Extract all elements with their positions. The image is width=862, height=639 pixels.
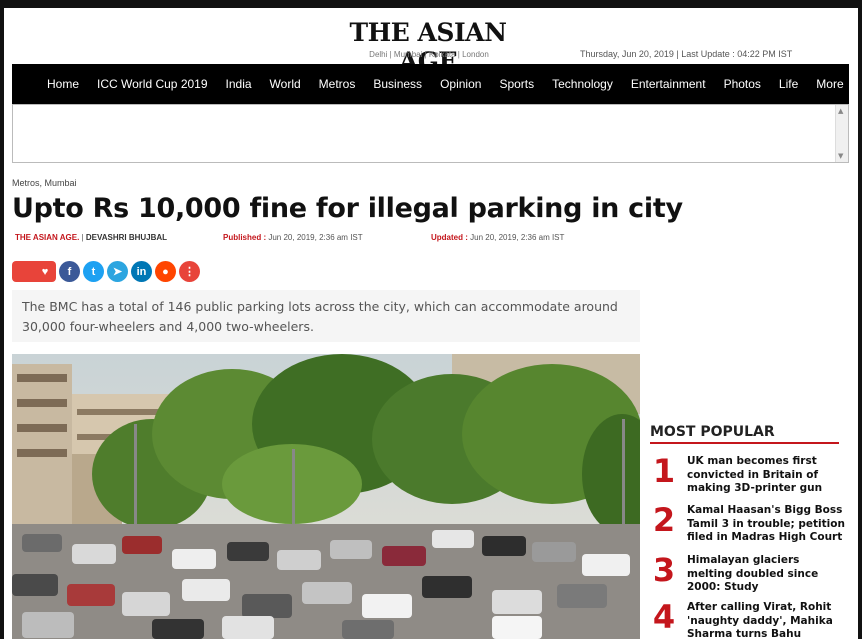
breadcrumb[interactable]: Metros, Mumbai xyxy=(12,178,77,188)
updated-label: Updated : xyxy=(431,233,468,242)
nav-photos[interactable]: Photos xyxy=(724,77,761,91)
popular-headline[interactable]: Himalayan glaciers melting doubled since… xyxy=(687,554,847,595)
nav-technology[interactable]: Technology xyxy=(552,77,613,91)
publication-name[interactable]: THE ASIAN AGE. xyxy=(15,233,79,242)
most-popular-rule xyxy=(650,442,839,444)
popular-rank: 2 xyxy=(652,501,676,539)
nav-life[interactable]: Life xyxy=(779,77,798,91)
nav-world[interactable]: World xyxy=(270,77,301,91)
editions-line: Delhi | Mumbai | Kolkata | London xyxy=(369,50,489,59)
ad-banner: ▲ ▼ xyxy=(12,104,849,163)
linkedin-icon[interactable]: in xyxy=(131,261,152,282)
byline-source: THE ASIAN AGE. | DEVASHRI BHUJBAL xyxy=(15,233,167,242)
comment-icon[interactable] xyxy=(12,261,34,282)
more-share-icon[interactable]: ⋮ xyxy=(179,261,200,282)
share-bar: ♥ f t ➤ in ● ⋮ xyxy=(12,261,200,282)
scroll-down-icon[interactable]: ▼ xyxy=(838,152,843,160)
scroll-up-icon[interactable]: ▲ xyxy=(838,107,843,115)
nav-business[interactable]: Business xyxy=(373,77,422,91)
published-date: Published : Jun 20, 2019, 2:36 am IST xyxy=(223,233,363,242)
dateline: Thursday, Jun 20, 2019 | Last Update : 0… xyxy=(580,49,793,59)
updated-value: Jun 20, 2019, 2:36 am IST xyxy=(470,233,565,242)
author-name[interactable]: DEVASHRI BHUJBAL xyxy=(86,233,167,242)
article-headline: Upto Rs 10,000 fine for illegal parking … xyxy=(12,193,683,224)
popular-headline[interactable]: After calling Virat, Rohit 'naughty dadd… xyxy=(687,601,847,639)
nav-icc-world-cup[interactable]: ICC World Cup 2019 xyxy=(97,77,208,91)
nav-sports[interactable]: Sports xyxy=(499,77,534,91)
nav-more-label: More xyxy=(816,77,844,91)
popular-headline[interactable]: UK man becomes first convicted in Britai… xyxy=(687,455,847,496)
heart-icon[interactable]: ♥ xyxy=(34,261,56,282)
published-label: Published : xyxy=(223,233,267,242)
reddit-icon[interactable]: ● xyxy=(155,261,176,282)
popular-rank: 3 xyxy=(652,551,676,589)
popular-rank: 4 xyxy=(652,598,676,636)
nav-entertainment[interactable]: Entertainment xyxy=(631,77,706,91)
most-popular-title: MOST POPULAR xyxy=(650,424,775,440)
published-value: Jun 20, 2019, 2:36 am IST xyxy=(268,233,363,242)
chevron-down-icon: ⌄ xyxy=(847,80,856,90)
updated-date: Updated : Jun 20, 2019, 2:36 am IST xyxy=(431,233,564,242)
popular-headline[interactable]: Kamal Haasan's Bigg Boss Tamil 3 in trou… xyxy=(687,504,847,545)
article-photo xyxy=(12,354,640,639)
page: THE ASIAN AGE Delhi | Mumbai | Kolkata |… xyxy=(4,8,858,639)
article-summary: The BMC has a total of 146 public parkin… xyxy=(12,290,640,342)
nav-india[interactable]: India xyxy=(226,77,252,91)
nav-opinion[interactable]: Opinion xyxy=(440,77,481,91)
nav-home[interactable]: Home xyxy=(47,77,79,91)
nav-metros[interactable]: Metros xyxy=(319,77,356,91)
main-nav: Home ICC World Cup 2019 India World Metr… xyxy=(12,64,855,104)
nav-more[interactable]: More ⌄ xyxy=(816,77,855,91)
facebook-icon[interactable]: f xyxy=(59,261,80,282)
popular-rank: 1 xyxy=(652,452,676,490)
twitter-icon[interactable]: t xyxy=(83,261,104,282)
telegram-icon[interactable]: ➤ xyxy=(107,261,128,282)
ad-scrollbar[interactable]: ▲ ▼ xyxy=(835,105,848,162)
